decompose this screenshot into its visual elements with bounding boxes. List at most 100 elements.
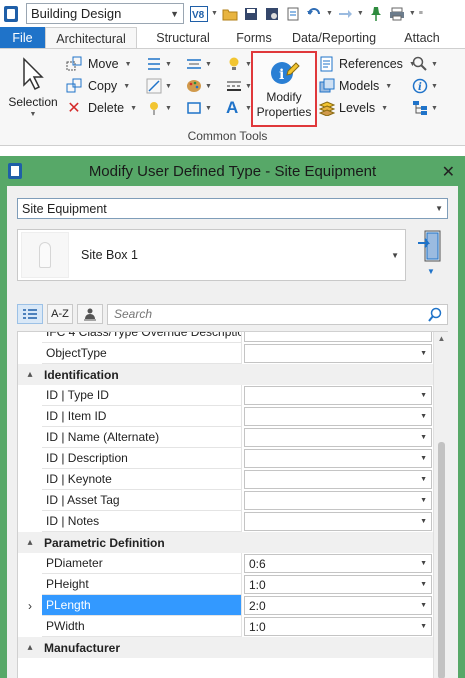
property-row[interactable]: PHeight 1:0 ▼ [18,574,434,595]
scroll-up-icon[interactable]: ▲ [434,334,448,343]
property-value-field[interactable]: ▼ [244,470,432,489]
pin-icon[interactable] [367,5,385,23]
item-dropdown[interactable]: Site Box 1 ▼ [17,229,406,281]
property-row[interactable]: ID | Asset Tag ▼ [18,490,434,511]
category-row[interactable]: ▴ Manufacturer [18,637,434,658]
property-value-field[interactable]: 1:0 ▼ [244,617,432,636]
property-value-field[interactable]: 2:0 ▼ [244,596,432,615]
tool-search[interactable]: ▼ [412,55,438,73]
tool-material[interactable]: ▼ [186,77,222,95]
chevron-down-icon[interactable]: ▼ [211,10,218,17]
collapse-chevron-icon[interactable]: ▴ [18,364,42,385]
open-folder-icon[interactable] [221,5,239,23]
tool-element-selection[interactable]: ▼ [146,55,182,73]
collapse-chevron-icon[interactable]: ▴ [18,637,42,658]
tab-architectural[interactable]: Architectural [45,27,137,49]
chevron-down-icon[interactable]: ▼ [420,623,427,630]
chevron-down-icon[interactable]: ▼ [326,10,333,17]
v8-icon[interactable]: V8 [190,5,208,23]
tab-attach[interactable]: Attach [389,27,455,49]
property-value-field[interactable]: ▼ [244,428,432,447]
chevron-down-icon[interactable]: ▼ [420,581,427,588]
property-row[interactable]: IFC 4 Class/Type Override Description [18,332,434,343]
compress-icon[interactable] [284,5,302,23]
property-value-field[interactable]: ▼ [244,386,432,405]
chevron-down-icon[interactable]: ▼ [420,476,427,483]
dialog-title-bar[interactable]: Modify User Defined Type - Site Equipmen… [0,156,465,186]
property-row[interactable]: ID | Name (Alternate) ▼ [18,427,434,448]
chevron-down-icon[interactable]: ▼ [420,518,427,525]
property-row[interactable]: ID | Notes ▼ [18,511,434,532]
property-row[interactable]: ID | Description ▼ [18,448,434,469]
delete-button[interactable]: ✕ Delete ▼ [66,99,137,117]
chevron-down-icon[interactable]: ▼ [420,455,427,462]
levels-button[interactable]: Levels ▼ [319,99,416,117]
tool-measure[interactable]: ▼ [186,55,222,73]
tool-smart-line[interactable]: ▼ [146,99,182,117]
row-gutter [18,343,42,364]
chevron-down-icon[interactable]: ▼ [420,392,427,399]
property-row[interactable]: ObjectType ▼ [18,343,434,364]
dialog-title: Modify User Defined Type - Site Equipmen… [88,162,377,180]
tool-block[interactable]: ▼ [186,99,222,117]
tab-forms[interactable]: Forms [229,27,279,49]
property-value-field[interactable]: ▼ [244,407,432,426]
models-button[interactable]: Models ▼ [319,77,416,95]
collapse-chevron-icon[interactable]: ▴ [18,532,42,553]
categorized-view-button[interactable] [17,304,43,324]
property-value-field[interactable]: 0:6 ▼ [244,554,432,573]
search-input[interactable] [114,307,394,321]
chevron-down-icon[interactable]: ▼ [420,497,427,504]
property-row[interactable]: › PLength 2:0 ▼ [18,595,434,616]
apply-to-elements-button[interactable]: ▼ [414,229,448,277]
scrollbar-thumb[interactable] [438,442,445,678]
copy-icon [66,78,82,94]
save-icon[interactable] [242,5,260,23]
chevron-down-icon[interactable]: ▼ [420,413,427,420]
microstation-app-icon[interactable] [4,5,18,22]
references-button[interactable]: References ▼ [319,55,416,73]
save-settings-icon[interactable] [263,5,281,23]
chevron-down-icon[interactable]: ▼ [420,602,427,609]
alphabetical-view-button[interactable]: A-Z [47,304,73,324]
selection-button[interactable]: Selection ▼ [6,53,60,129]
workspace-dropdown[interactable]: Building Design ▼ [26,3,184,24]
undo-icon[interactable] [305,5,323,23]
filter-properties-button[interactable] [77,304,103,324]
property-row[interactable]: PDiameter 0:6 ▼ [18,553,434,574]
search-field[interactable] [107,303,448,325]
search-icon[interactable] [427,307,443,323]
type-dropdown[interactable]: Site Equipment ▼ [17,198,448,219]
property-value-field[interactable] [244,332,432,342]
tab-file[interactable]: File [0,27,45,49]
chevron-down-icon[interactable]: ▼ [420,560,427,567]
category-row[interactable]: ▴ Identification [18,364,434,385]
tool-hierarchy[interactable]: ▼ [412,99,438,117]
move-button[interactable]: Move ▼ [66,55,137,73]
print-icon[interactable] [388,5,406,23]
customize-qat-icon[interactable]: ≡ [419,10,423,17]
property-row[interactable]: PWidth 1:0 ▼ [18,616,434,637]
chevron-down-icon[interactable]: ▼ [420,350,427,357]
tool-info[interactable]: i ▼ [412,77,438,95]
tab-data-reporting[interactable]: Data/Reporting [279,27,389,49]
copy-button[interactable]: Copy ▼ [66,77,137,95]
property-row[interactable]: ID | Keynote ▼ [18,469,434,490]
tool-line[interactable]: ▼ [146,77,182,95]
property-grid-scrollbar[interactable]: ▲ [433,332,448,678]
chevron-down-icon[interactable]: ▼ [420,434,427,441]
property-value-field[interactable]: ▼ [244,449,432,468]
property-value-field[interactable]: ▼ [244,344,432,363]
tab-structural[interactable]: Structural [137,27,229,49]
close-icon[interactable]: ✕ [442,162,455,182]
redo-icon[interactable] [336,5,354,23]
property-value-field[interactable]: ▼ [244,491,432,510]
modify-properties-button[interactable]: i Modify Properties [251,51,317,127]
property-row[interactable]: ID | Item ID ▼ [18,406,434,427]
chevron-down-icon[interactable]: ▼ [409,10,416,17]
property-value-field[interactable]: ▼ [244,512,432,531]
category-row[interactable]: ▴ Parametric Definition [18,532,434,553]
chevron-down-icon[interactable]: ▼ [357,10,364,17]
property-row[interactable]: ID | Type ID ▼ [18,385,434,406]
property-value-field[interactable]: 1:0 ▼ [244,575,432,594]
